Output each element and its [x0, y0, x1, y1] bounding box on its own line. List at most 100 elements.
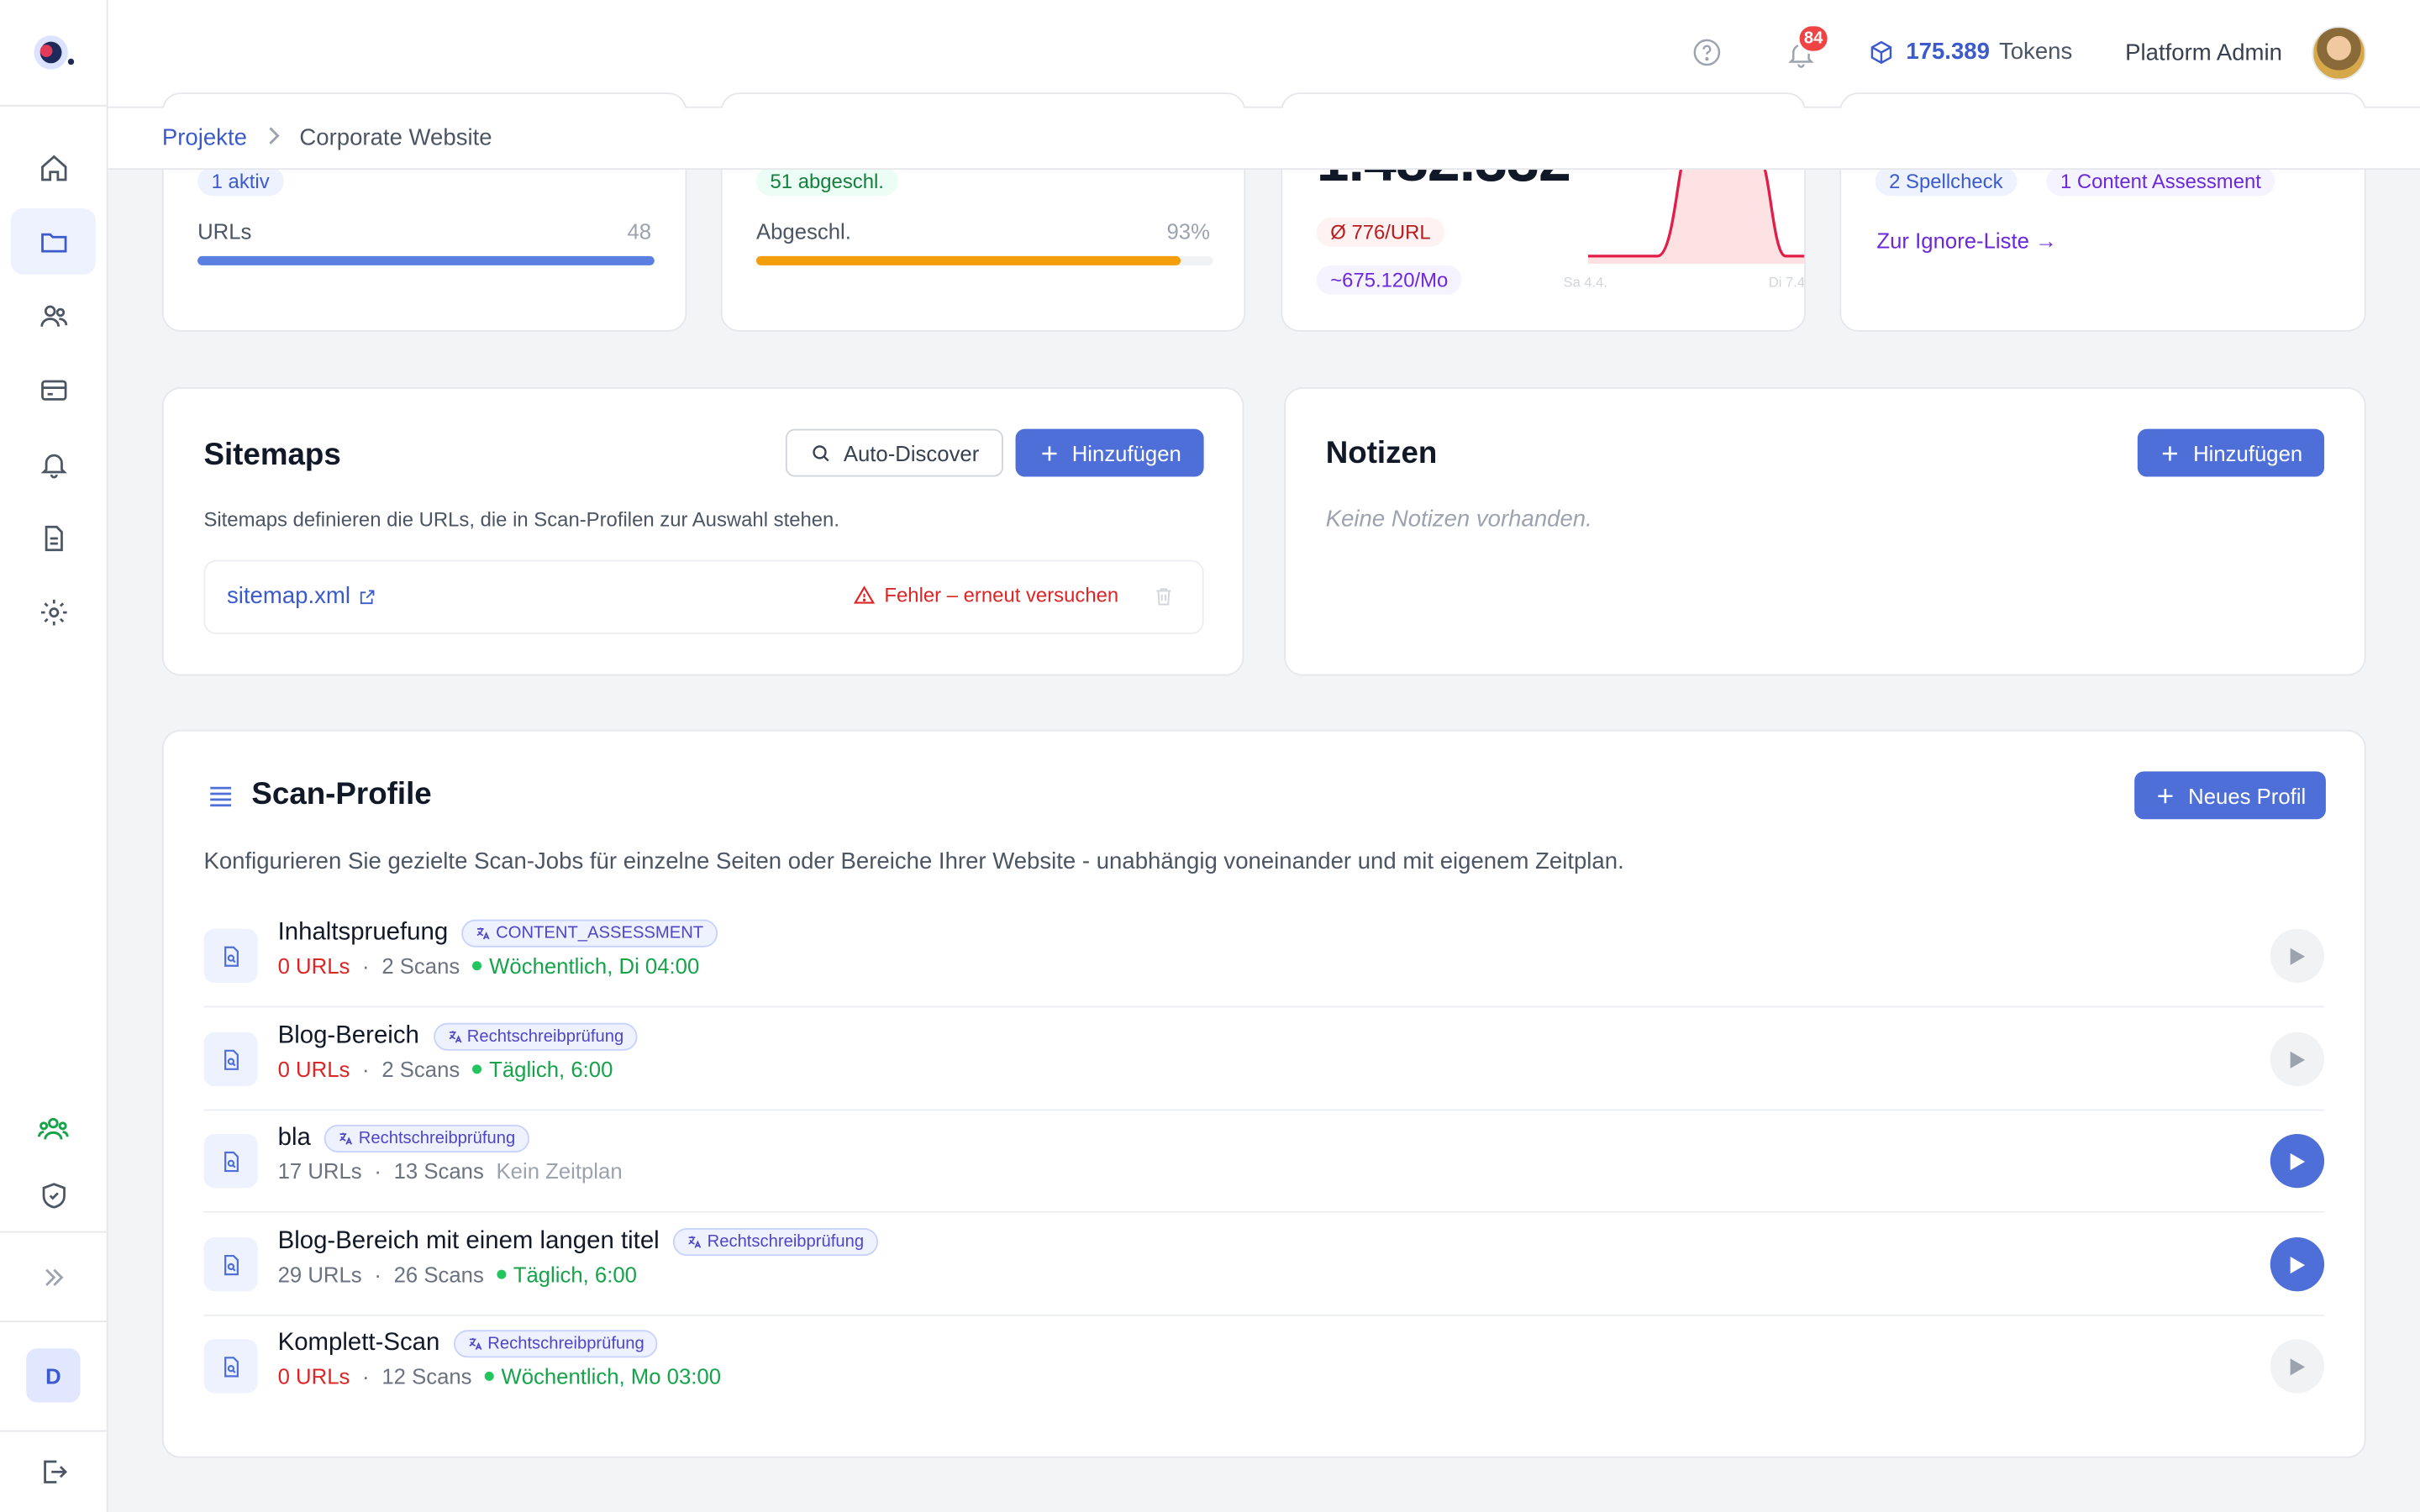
translate-icon	[469, 1337, 482, 1350]
workspace-avatar[interactable]: D	[26, 1348, 81, 1403]
completed-percent: 93%	[1166, 218, 1210, 244]
breadcrumb: Projekte Corporate Website	[108, 108, 2420, 171]
profile-name: Komplett-Scan	[277, 1330, 440, 1357]
profile-type-tag: Rechtschreibprüfung	[673, 1228, 878, 1257]
plus-icon	[1041, 445, 1056, 460]
sitemap-error-retry[interactable]: Fehler – erneut versuchen	[853, 583, 1118, 606]
run-profile-button[interactable]	[2270, 928, 2325, 983]
new-profile-button[interactable]: Neues Profil	[2134, 771, 2326, 820]
profile-scan-count: 13 Scans	[393, 1158, 484, 1184]
profile-scan-count: 26 Scans	[393, 1262, 484, 1287]
document-search-icon	[203, 928, 258, 983]
translate-icon	[688, 1236, 702, 1248]
profile-row[interactable]: Komplett-Scan Rechtschreibprüfung 0 URLs…	[203, 1316, 2325, 1418]
nav-reports[interactable]	[11, 505, 96, 571]
sitemap-row: sitemap.xml Fehler – erneut versuchen	[203, 559, 1204, 634]
meta-separator: ·	[374, 1262, 381, 1287]
token-usage-sparkline	[1587, 158, 1805, 265]
add-note-button[interactable]: Hinzufügen	[2137, 428, 2325, 477]
profile-url-count: 29 URLs	[277, 1262, 362, 1287]
nav-security[interactable]	[11, 1162, 96, 1228]
nav-users[interactable]	[11, 282, 96, 349]
translate-icon	[477, 927, 491, 940]
gear-icon	[40, 598, 66, 625]
logo-icon	[33, 35, 74, 70]
sidebar-expand-button[interactable]	[11, 1243, 96, 1310]
active-badge: 1 aktiv	[197, 166, 284, 197]
help-circle-icon	[1693, 39, 1721, 66]
shield-check-icon	[41, 1182, 65, 1208]
list-icon	[207, 782, 234, 817]
delete-sitemap-button[interactable]	[1153, 585, 1175, 616]
spellcheck-tag: 2 Spellcheck	[1875, 166, 2018, 197]
profile-name: Blog-Bereich mit einem langen titel	[277, 1228, 660, 1255]
team-icon	[38, 1117, 69, 1140]
nav-team[interactable]	[11, 1095, 96, 1162]
nav-projects[interactable]	[10, 207, 96, 275]
help-button[interactable]	[1691, 37, 1723, 76]
nav-settings[interactable]	[11, 579, 96, 645]
profile-type-tag: Rechtschreibprüfung	[433, 1022, 638, 1051]
profile-type-tag: CONTENT_ASSESSMENT	[461, 919, 718, 948]
home-icon	[40, 154, 66, 181]
profile-row[interactable]: Inhaltspruefung CONTENT_ASSESSMENT 0 URL…	[203, 906, 2325, 1008]
sitemaps-description: Sitemaps definieren die URLs, die in Sca…	[203, 507, 839, 531]
token-label: Tokens	[1998, 38, 2073, 66]
completed-progress-fill	[755, 255, 1181, 265]
chart-x-end: Di 7.4.	[1768, 274, 1806, 291]
profile-row[interactable]: bla Rechtschreibprüfung 17 URLs · 13 Sca…	[203, 1110, 2325, 1213]
translate-icon	[339, 1132, 353, 1145]
nav-home[interactable]	[11, 134, 96, 201]
completed-badge: 51 abgeschl.	[755, 166, 898, 197]
search-icon	[812, 444, 829, 461]
scan-profiles-card: Scan-Profile Neues Profil Konfigurieren …	[161, 729, 2366, 1458]
urls-label: URLs	[197, 218, 252, 244]
run-profile-button[interactable]	[2270, 1032, 2325, 1087]
user-avatar[interactable]	[2312, 26, 2366, 81]
notes-empty-state: Keine Notizen vorhanden.	[1325, 506, 1592, 533]
profile-url-count: 17 URLs	[277, 1158, 362, 1184]
logout-icon	[43, 1459, 67, 1483]
add-sitemap-button[interactable]: Hinzufügen	[1015, 428, 1204, 477]
play-icon	[2290, 1152, 2306, 1170]
run-profile-button[interactable]	[2270, 1339, 2325, 1394]
tokens-per-month: ~675.120/Mo	[1316, 265, 1462, 295]
urls-progress-bar	[197, 255, 655, 265]
urls-value: 48	[627, 218, 652, 244]
meta-separator: ·	[362, 953, 370, 979]
breadcrumb-projects-link[interactable]: Projekte	[162, 125, 247, 151]
profile-row[interactable]: Blog-Bereich Rechtschreibprüfung 0 URLs …	[203, 1009, 2325, 1111]
profile-url-count: 0 URLs	[277, 1363, 350, 1389]
app-logo[interactable]	[0, 0, 107, 107]
ignore-list-link[interactable]: Zur Ignore-Liste →	[1876, 228, 2056, 253]
notes-card: Notizen Hinzufügen Keine Notizen vorhand…	[1284, 387, 2366, 676]
profile-type-tag: Rechtschreibprüfung	[453, 1330, 659, 1358]
run-profile-button[interactable]	[2270, 1237, 2325, 1292]
completed-label: Abgeschl.	[755, 218, 851, 244]
profile-type-tag: Rechtschreibprüfung	[324, 1124, 529, 1153]
sitemap-link[interactable]: sitemap.xml	[227, 583, 376, 609]
profile-row[interactable]: Blog-Bereich mit einem langen titel Rech…	[203, 1214, 2325, 1316]
external-link-icon	[360, 589, 375, 604]
document-search-icon	[203, 1133, 258, 1189]
run-profile-button[interactable]	[2270, 1133, 2325, 1189]
auto-discover-button[interactable]: Auto-Discover	[785, 428, 1003, 477]
credit-card-icon	[40, 379, 66, 400]
profile-scan-count: 2 Scans	[381, 953, 460, 979]
folder-icon	[40, 232, 66, 252]
chart-x-start: Sa 4.4.	[1563, 274, 1607, 291]
play-icon	[2290, 947, 2306, 964]
nav-notifications[interactable]	[11, 430, 96, 496]
profile-schedule: Täglich, 6:00	[472, 1057, 613, 1081]
user-name[interactable]: Platform Admin	[2125, 40, 2282, 66]
breadcrumb-current: Corporate Website	[299, 124, 492, 151]
document-search-icon	[203, 1032, 258, 1087]
nav-billing[interactable]	[11, 356, 96, 423]
sitemaps-card: Sitemaps Auto-Discover Hinzufügen Sitema…	[161, 387, 1244, 676]
translate-icon	[448, 1031, 461, 1043]
sidebar: D	[0, 0, 108, 1512]
logout-button[interactable]	[11, 1438, 96, 1504]
token-value: 175.389	[1906, 38, 1990, 66]
token-balance[interactable]: 175.389 Tokens	[1869, 39, 2072, 65]
profile-schedule: Täglich, 6:00	[497, 1262, 637, 1286]
